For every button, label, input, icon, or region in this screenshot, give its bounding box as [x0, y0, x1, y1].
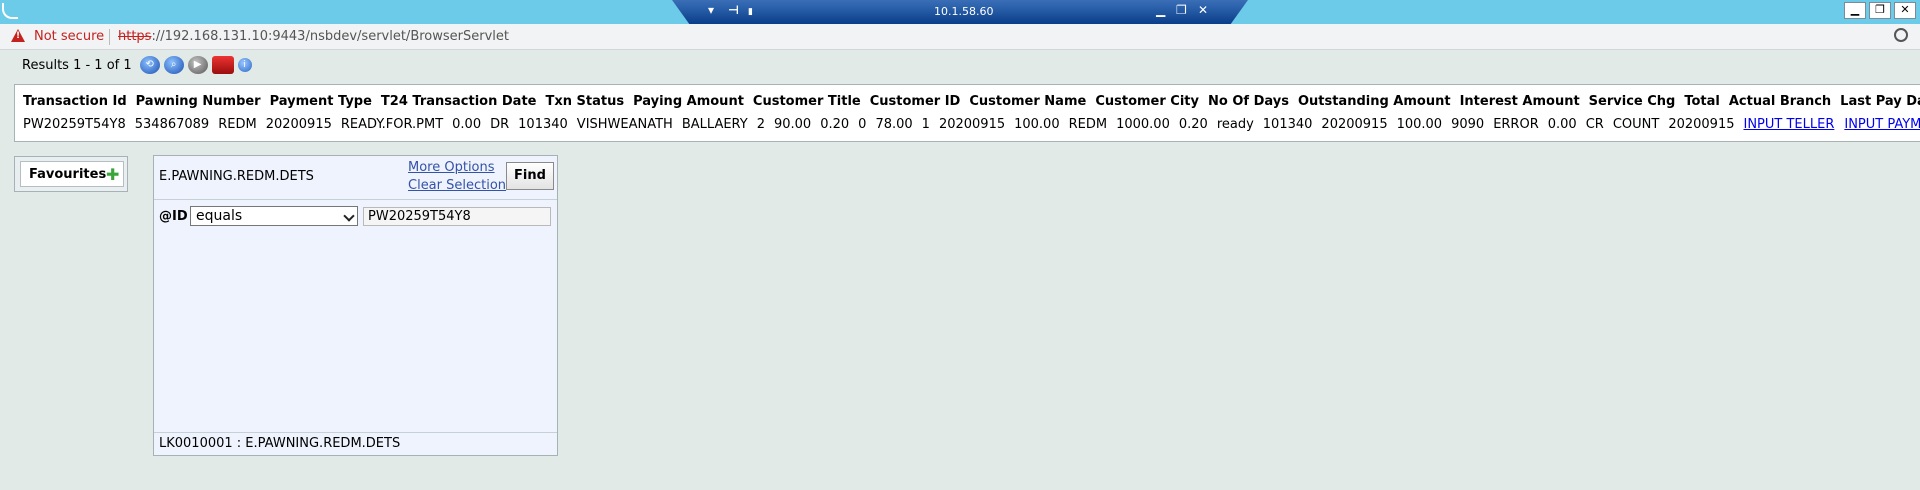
column-header: Total — [1684, 94, 1720, 109]
column-header: Pawning Number — [135, 94, 261, 109]
column-header: Customer Title — [752, 94, 861, 109]
table-cell: PW20259T54Y8 — [23, 117, 126, 132]
close-button[interactable]: ✕ — [1894, 2, 1916, 19]
session-corner-icon — [2, 3, 18, 19]
column-header: Txn Status — [545, 94, 625, 109]
column-header: Payment Type — [269, 94, 372, 109]
table-cell: 0.00 — [452, 117, 482, 132]
toolbox-icon[interactable] — [211, 56, 234, 74]
table-cell: 20200915 — [1321, 117, 1388, 132]
results-count: Results 1 - 1 of 1 — [22, 57, 132, 73]
table-cell: 1000.00 — [1116, 117, 1170, 132]
table-cell: 2 — [756, 117, 765, 132]
column-header: Actual Branch — [1728, 94, 1832, 109]
table-header-row: Transaction Id Pawning Number Payment Type… — [23, 94, 1920, 109]
favourites-tab[interactable]: Favourites ✚ — [20, 161, 124, 187]
favourites-title: Favourites — [29, 167, 107, 182]
column-header: T24 Transaction Date — [380, 94, 537, 109]
table-cell: 20200915 — [938, 117, 1006, 132]
table-cell: 101340 — [518, 117, 568, 132]
table-cell: ready — [1216, 117, 1254, 132]
table-cell: 0.00 — [1547, 117, 1577, 132]
table-cell: 0.20 — [820, 117, 850, 132]
table-cell: 1 — [921, 117, 930, 132]
column-header: Last Pay Date — [1840, 94, 1920, 109]
column-header: Interest Amount — [1459, 94, 1580, 109]
connection-restore-icon[interactable]: ❐ — [1176, 3, 1187, 17]
action-link[interactable]: INPUT PAYMENT.ORDE — [1844, 117, 1920, 132]
table-cell: REDM — [218, 117, 257, 132]
selection-header: E.PAWNING.REDM.DETS More Options Clear S… — [154, 156, 557, 200]
selection-footer: LK0010001 : E.PAWNING.REDM.DETS — [154, 432, 557, 455]
results-toolbar: Results 1 - 1 of 1 ⟲ ⌕ ▶ i — [22, 56, 252, 74]
url-text[interactable]: https://192.168.131.10:9443/nsbdev/servl… — [118, 29, 509, 44]
table-cell: DR — [490, 117, 510, 132]
url-path: ://192.168.131.10:9443/nsbdev/servlet/Br… — [151, 29, 509, 44]
faded-watermark — [812, 478, 1092, 490]
column-header: Outstanding Amount — [1297, 94, 1451, 109]
add-favourite-icon[interactable]: ✚ — [106, 165, 119, 184]
action-link[interactable]: INPUT TELLER — [1743, 117, 1834, 132]
table-cell: 20200915 — [1668, 117, 1735, 132]
url-scheme: https — [118, 29, 152, 44]
table-cell: 100.00 — [1396, 117, 1443, 132]
connection-menu-icon[interactable]: ▾ — [708, 3, 714, 17]
column-header: Transaction Id — [23, 94, 127, 109]
table-cell: 9090 — [1451, 117, 1485, 132]
selection-panel: E.PAWNING.REDM.DETS More Options Clear S… — [153, 155, 558, 456]
enquiry-name: E.PAWNING.REDM.DETS — [159, 169, 314, 184]
connection-close-icon[interactable]: ✕ — [1198, 3, 1208, 17]
column-header: Customer ID — [869, 94, 961, 109]
zoom-icon[interactable] — [1894, 28, 1908, 42]
security-label[interactable]: Not secure — [34, 29, 104, 44]
table-cell: REDM — [1068, 117, 1108, 132]
results-table: Transaction Id Pawning Number Payment Type… — [14, 84, 1920, 142]
clear-selection-link[interactable]: Clear Selection — [408, 178, 506, 193]
restore-button[interactable]: ❐ — [1869, 2, 1891, 19]
column-header: Paying Amount — [633, 94, 744, 109]
table-cell: 101340 — [1262, 117, 1313, 132]
table-cell: CR — [1585, 117, 1604, 132]
pin-icon[interactable]: ⊣ — [728, 3, 739, 17]
field-label: @ID — [159, 209, 188, 224]
table-cell: 100.00 — [1014, 117, 1060, 132]
connection-bar: ▾ ⊣ ▮ 10.1.58.60 ▁ ❐ ✕ — [672, 0, 1248, 24]
column-header: Service Chg — [1588, 94, 1676, 109]
column-header: Customer City — [1095, 94, 1199, 109]
table-row: PW20259T54Y8 534867089 REDM 20200915 READY.F… — [23, 117, 1920, 132]
table-cell: READY.FOR.PMT — [340, 117, 444, 132]
table-cell: 0.20 — [1178, 117, 1208, 132]
table-cell: 0 — [858, 117, 867, 132]
operator-select[interactable]: equals — [190, 206, 358, 226]
remote-session-bar: ▾ ⊣ ▮ 10.1.58.60 ▁ ❐ ✕ ▁ ❐ ✕ — [0, 0, 1920, 24]
table-cell: COUNT — [1612, 117, 1660, 132]
refresh-icon[interactable]: ⟲ — [139, 56, 160, 74]
address-bar[interactable]: Not secure https://192.168.131.10:9443/n… — [0, 24, 1920, 50]
connection-minimize-icon[interactable]: ▁ — [1156, 3, 1165, 17]
next-icon[interactable]: ▶ — [187, 56, 208, 74]
search-icon[interactable]: ⌕ — [163, 56, 184, 74]
minimize-button[interactable]: ▁ — [1844, 2, 1866, 19]
table-cell: 20200915 — [265, 117, 332, 132]
id-value-input[interactable]: PW20259T54Y8 — [363, 207, 551, 226]
operator-value: equals — [196, 208, 243, 224]
table-cell: 78.00 — [875, 117, 913, 132]
table-cell: VISHWEANATH — [576, 117, 673, 132]
chevron-down-icon — [343, 210, 355, 222]
connection-ip: 10.1.58.60 — [934, 5, 994, 18]
table-cell: 90.00 — [773, 117, 812, 132]
address-divider — [109, 29, 110, 45]
table-cell: BALLAERY — [681, 117, 748, 132]
table-cell: ERROR — [1493, 117, 1539, 132]
find-button[interactable]: Find — [506, 162, 554, 190]
column-header: No Of Days — [1208, 94, 1289, 109]
favourites-panel: Favourites ✚ — [14, 156, 128, 192]
column-header: Customer Name — [969, 94, 1087, 109]
warning-icon — [11, 29, 25, 42]
info-icon[interactable]: i — [237, 58, 252, 72]
signal-icon: ▮ — [748, 7, 753, 17]
more-options-link[interactable]: More Options — [408, 160, 495, 175]
window-controls: ▁ ❐ ✕ — [1844, 2, 1916, 19]
table-cell: 534867089 — [134, 117, 210, 132]
